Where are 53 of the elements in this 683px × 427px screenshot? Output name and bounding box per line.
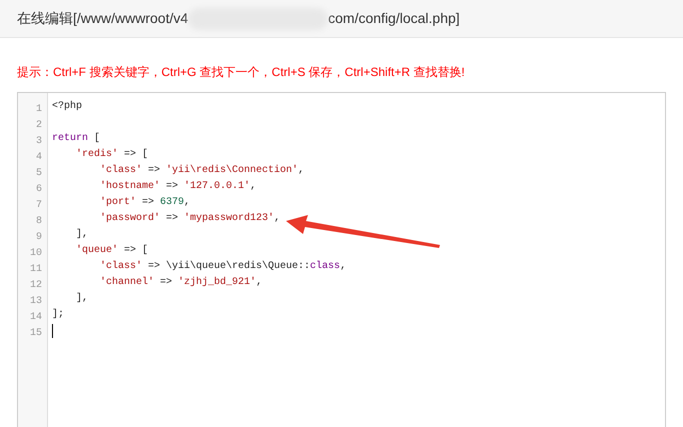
code-text: , xyxy=(340,260,346,274)
code-keyword: class xyxy=(310,260,340,274)
line-number: 14 xyxy=(30,312,42,323)
line-number: 12 xyxy=(30,280,42,291)
code-text: => xyxy=(141,196,156,210)
code-text: => \yii\queue\redis\Queue:: xyxy=(147,260,310,274)
code-text: => xyxy=(165,212,180,226)
code-string: 'port' xyxy=(99,196,136,210)
code-text: ], xyxy=(75,228,88,242)
line-number: 3 xyxy=(36,136,42,147)
line-number: 10 xyxy=(30,248,42,259)
hint-text: 提示：Ctrl+F 搜索关键字，Ctrl+G 查找下一个，Ctrl+S 保存，Ctrl+Shift+R 查找替换! xyxy=(17,64,466,81)
code-text: , xyxy=(184,196,190,210)
line-number: 7 xyxy=(36,200,42,211)
line-number: 2 xyxy=(36,120,42,131)
window-title: 在线编辑[/www/wwwroot/v4 xyxy=(17,9,188,28)
code-string: 'mypassword123' xyxy=(184,212,274,226)
line-number: 4 xyxy=(36,152,42,163)
code-string: 'class' xyxy=(99,164,142,178)
code-text: => [ xyxy=(123,148,148,162)
code-text: => xyxy=(159,276,174,290)
code-number: 6379 xyxy=(160,196,184,210)
code-string: '127.0.0.1' xyxy=(184,180,250,194)
code-text: , xyxy=(298,164,304,178)
line-number: 11 xyxy=(30,264,42,275)
code-text: <?php xyxy=(52,100,82,114)
line-number: 1 xyxy=(36,104,42,115)
code-text: , xyxy=(256,276,262,290)
line-number: 5 xyxy=(36,168,42,179)
line-number: 9 xyxy=(36,232,42,243)
line-number: 15 xyxy=(30,328,42,339)
code-text: => xyxy=(147,164,162,178)
code-editor[interactable] xyxy=(17,92,666,427)
code-text: => [ xyxy=(123,244,148,258)
code-string: 'yii\redis\Connection' xyxy=(166,164,298,178)
code-text: ]; xyxy=(52,308,64,322)
code-text: => xyxy=(165,180,180,194)
code-text: , xyxy=(250,180,256,194)
code-string: 'zjhj_bd_921' xyxy=(178,276,256,290)
code-text: [ xyxy=(93,132,100,146)
code-string: 'channel' xyxy=(99,276,154,290)
line-number: 6 xyxy=(36,184,42,195)
line-number: 13 xyxy=(30,296,42,307)
code-string: 'hostname' xyxy=(99,180,160,194)
code-text: , xyxy=(274,212,280,226)
window-title: com/config/local.php] xyxy=(328,9,460,28)
code-string: 'redis' xyxy=(75,148,118,162)
line-number: 8 xyxy=(36,216,42,227)
code-string: 'password' xyxy=(99,212,160,226)
code-keyword: return xyxy=(52,132,88,146)
code-string: 'class' xyxy=(99,260,142,274)
code-string: 'queue' xyxy=(75,244,118,258)
code-text: ], xyxy=(75,292,88,306)
